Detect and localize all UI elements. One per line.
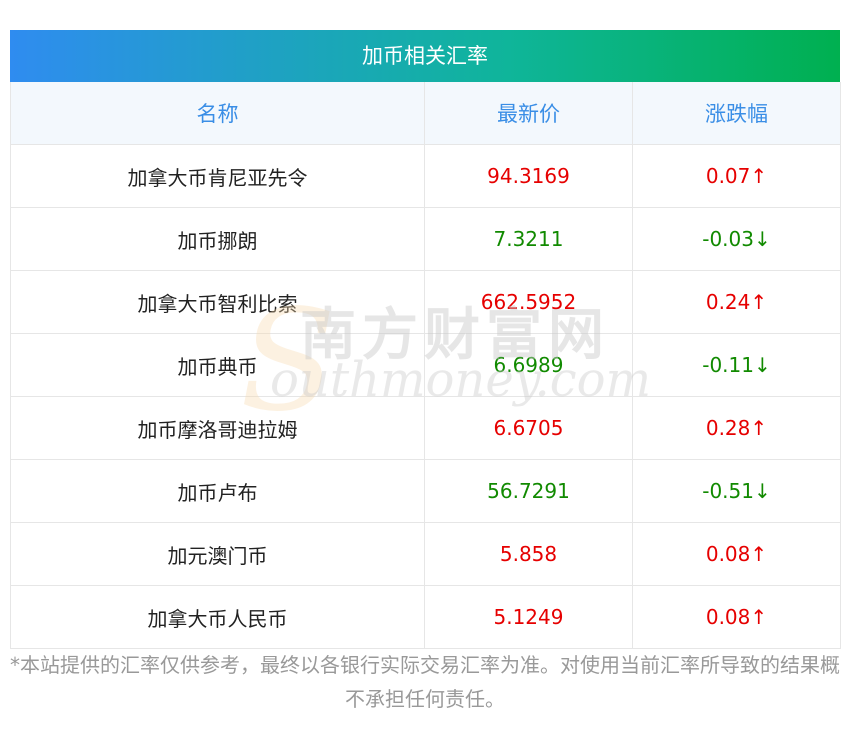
table-row: 加币摩洛哥迪拉姆 6.6705 0.28↑	[10, 396, 841, 460]
change-cell: 0.24↑	[632, 270, 841, 334]
currency-name-cell: 加币典币	[10, 333, 425, 397]
table-row: 加拿大币人民币 5.1249 0.08↑	[10, 585, 841, 649]
change-cell: -0.11↓	[632, 333, 841, 397]
change-cell: -0.51↓	[632, 459, 841, 523]
change-cell: 0.08↑	[632, 585, 841, 649]
table-row: 加拿大币智利比索 662.5952 0.24↑	[10, 270, 841, 334]
header-name: 名称	[10, 82, 425, 145]
currency-name-cell: 加币卢布	[10, 459, 425, 523]
change-cell: 0.08↑	[632, 522, 841, 586]
currency-name-cell: 加币摩洛哥迪拉姆	[10, 396, 425, 460]
change-cell: 0.28↑	[632, 396, 841, 460]
change-cell: 0.07↑	[632, 144, 841, 208]
currency-name-cell: 加拿大币肯尼亚先令	[10, 144, 425, 208]
exchange-rate-table: 名称 最新价 涨跌幅 加拿大币肯尼亚先令 94.3169 0.07↑ 加币挪朗 7.32…	[10, 82, 841, 649]
price-cell: 5.1249	[424, 585, 633, 649]
table-row: 加币典币 6.6989 -0.11↓	[10, 333, 841, 397]
exchange-rate-table-box: 加币相关汇率 名称 最新价 涨跌幅 加拿大币肯尼亚先令 94.3169 0.07↑ 加…	[10, 30, 841, 649]
table-row: 加拿大币肯尼亚先令 94.3169 0.07↑	[10, 144, 841, 208]
price-cell: 6.6705	[424, 396, 633, 460]
table-row: 加币卢布 56.7291 -0.51↓	[10, 459, 841, 523]
price-cell: 56.7291	[424, 459, 633, 523]
price-cell: 6.6989	[424, 333, 633, 397]
header-change: 涨跌幅	[632, 82, 841, 145]
price-cell: 7.3211	[424, 207, 633, 271]
header-price: 最新价	[424, 82, 633, 145]
table-row: 加币挪朗 7.3211 -0.03↓	[10, 207, 841, 271]
change-cell: -0.03↓	[632, 207, 841, 271]
currency-name-cell: 加拿大币人民币	[10, 585, 425, 649]
table-title: 加币相关汇率	[10, 30, 840, 82]
table-header-row: 名称 最新价 涨跌幅	[10, 82, 841, 145]
price-cell: 94.3169	[424, 144, 633, 208]
page: 加币相关汇率 名称 最新价 涨跌幅 加拿大币肯尼亚先令 94.3169 0.07↑ 加…	[0, 0, 850, 733]
currency-name-cell: 加拿大币智利比索	[10, 270, 425, 334]
table-row: 加元澳门币 5.858 0.08↑	[10, 522, 841, 586]
currency-name-cell: 加元澳门币	[10, 522, 425, 586]
price-cell: 5.858	[424, 522, 633, 586]
price-cell: 662.5952	[424, 270, 633, 334]
disclaimer: *本站提供的汇率仅供参考，最终以各银行实际交易汇率为准。对使用当前汇率所导致的结…	[10, 653, 840, 711]
currency-name-cell: 加币挪朗	[10, 207, 425, 271]
